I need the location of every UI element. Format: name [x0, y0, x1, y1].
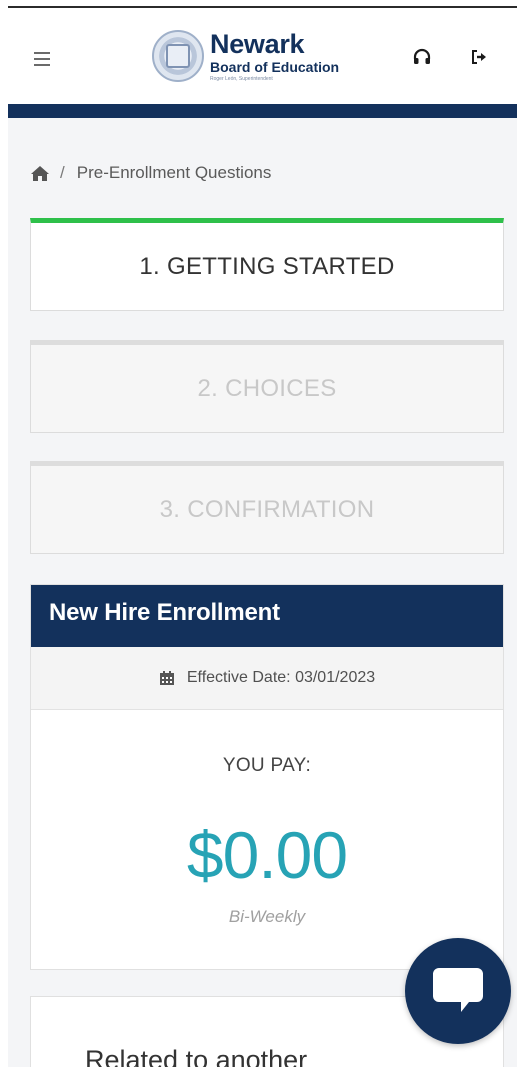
step-label: 3. CONFIRMATION — [159, 495, 375, 523]
sign-out-icon[interactable] — [470, 48, 488, 66]
breadcrumb-current: Pre-Enrollment Questions — [76, 163, 272, 182]
question-text: Related to another — [85, 1045, 308, 1067]
top-header: Newark Board of Education Roger León, Su… — [8, 8, 517, 104]
effective-date: Effective Date: 03/01/2023 — [31, 647, 503, 710]
calendar-icon — [159, 671, 174, 685]
effective-date-text: Effective Date: 03/01/2023 — [186, 669, 376, 686]
logo-subtitle: Board of Education — [210, 59, 340, 75]
home-icon[interactable] — [30, 165, 50, 182]
hamburger-menu-icon[interactable] — [34, 52, 50, 66]
app-frame: Newark Board of Education Roger León, Su… — [8, 6, 517, 1067]
chat-button[interactable] — [405, 938, 511, 1044]
step-choices[interactable]: 2. CHOICES — [30, 340, 504, 433]
header-stripe — [8, 104, 517, 118]
pay-amount: $0.00 — [186, 818, 348, 892]
breadcrumb: / Pre-Enrollment Questions — [30, 162, 271, 184]
chat-bubble-icon — [433, 968, 483, 1012]
you-pay-label: YOU PAY: — [222, 755, 312, 776]
logo-tagline: Roger León, Superintendent — [210, 76, 273, 82]
headset-icon[interactable] — [413, 48, 431, 66]
step-label: 1. GETTING STARTED — [139, 252, 395, 280]
card-title: New Hire Enrollment — [31, 585, 503, 647]
step-getting-started[interactable]: 1. GETTING STARTED — [30, 218, 504, 311]
logo-name: Newark — [210, 29, 305, 59]
enrollment-summary-card: New Hire Enrollment Effective Date: 03/0… — [30, 584, 504, 970]
breadcrumb-separator: / — [60, 163, 65, 182]
step-label: 2. CHOICES — [197, 374, 337, 402]
pay-frequency: Bi-Weekly — [228, 907, 306, 926]
step-confirmation[interactable]: 3. CONFIRMATION — [30, 461, 504, 554]
seal-icon — [152, 30, 204, 82]
newark-logo[interactable]: Newark Board of Education Roger León, Su… — [152, 26, 392, 88]
